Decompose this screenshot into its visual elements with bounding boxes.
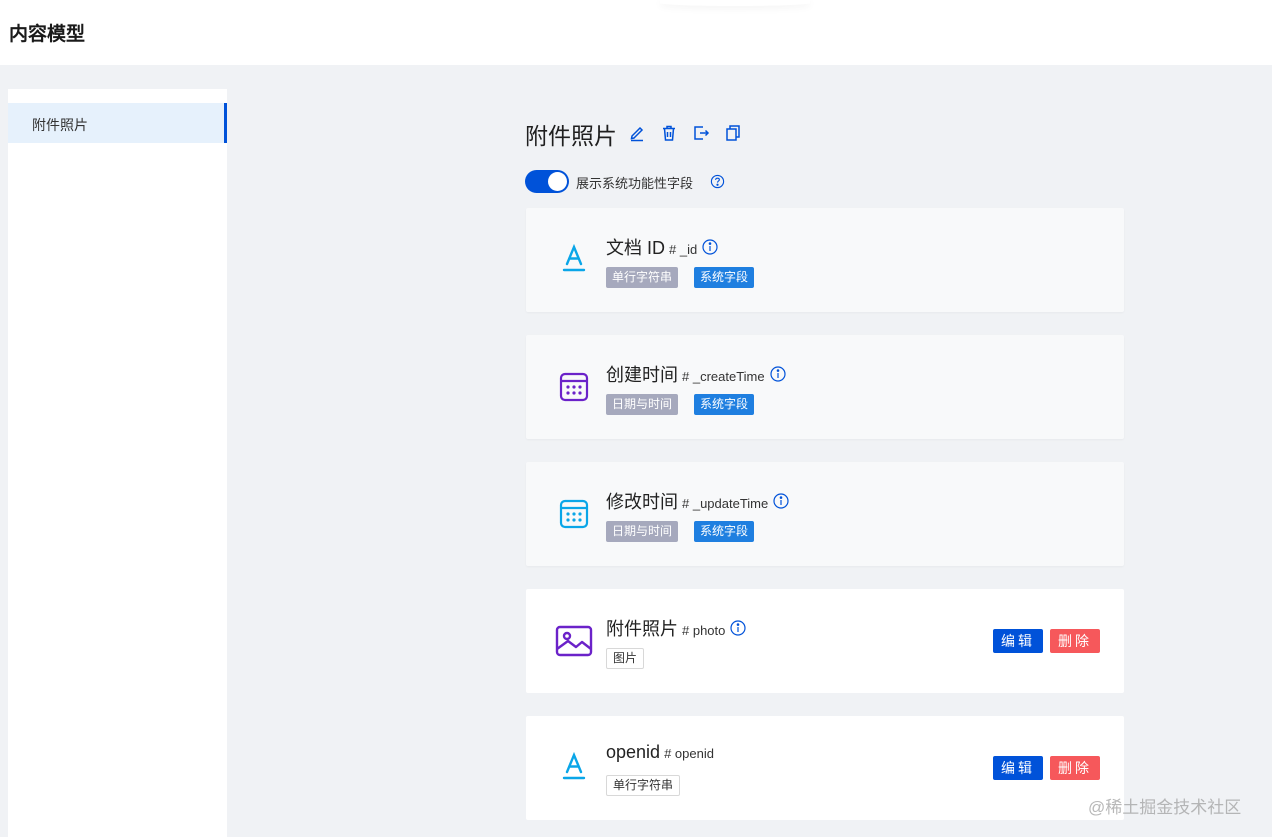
field-card-update-time: 修改时间 # _updateTime 日期与时间 系统字段 <box>526 462 1124 566</box>
field-name: 文档 ID # _id <box>606 234 718 260</box>
sidebar-item-label: 附件照片 <box>32 117 88 133</box>
field-tags: 单行字符串 系统字段 <box>606 267 755 288</box>
sidebar: 附件照片 <box>8 89 227 837</box>
tag-system-field: 系统字段 <box>694 394 755 415</box>
copy-icon[interactable] <box>724 124 742 142</box>
delete-button[interactable]: 删除 <box>1050 756 1100 780</box>
text-type-icon <box>562 243 586 272</box>
help-icon[interactable] <box>710 174 725 189</box>
edit-button[interactable]: 编辑 <box>993 756 1043 780</box>
export-icon[interactable] <box>692 124 710 142</box>
field-card-photo: 附件照片 # photo 图片 编辑 删除 <box>526 589 1124 693</box>
field-tags: 图片 <box>606 648 645 669</box>
field-actions: 编辑 删除 <box>993 629 1100 653</box>
image-icon <box>555 625 593 657</box>
text-type-icon <box>562 751 586 780</box>
field-id: # photo <box>682 623 726 638</box>
header-decoration <box>660 0 810 6</box>
app-header: 内容模型 <box>0 0 1272 65</box>
tag-field-type: 单行字符串 <box>606 267 679 288</box>
field-card-openid: openid # openid 单行字符串 编辑 删除 <box>526 716 1124 820</box>
show-system-fields-toggle[interactable] <box>525 170 569 193</box>
field-tags: 单行字符串 <box>606 775 681 796</box>
field-tags: 日期与时间 系统字段 <box>606 394 755 415</box>
tag-system-field: 系统字段 <box>694 521 755 542</box>
tag-field-type: 单行字符串 <box>606 775 681 796</box>
field-id: # _updateTime <box>682 496 769 511</box>
toggle-label: 展示系统功能性字段 <box>576 176 694 191</box>
calendar-icon <box>559 372 589 402</box>
info-icon[interactable] <box>730 620 746 636</box>
field-card-create-time: 创建时间 # _createTime 日期与时间 系统字段 <box>526 335 1124 439</box>
info-icon[interactable] <box>702 239 718 255</box>
field-actions: 编辑 删除 <box>993 756 1100 780</box>
tag-field-type: 日期与时间 <box>606 394 679 415</box>
field-id: # openid <box>664 746 714 761</box>
field-name: 创建时间 # _createTime <box>606 361 786 387</box>
field-name: 修改时间 # _updateTime <box>606 488 789 514</box>
tag-system-field: 系统字段 <box>694 267 755 288</box>
info-icon[interactable] <box>770 366 786 382</box>
tag-field-type: 图片 <box>606 648 645 669</box>
toggle-knob <box>548 172 567 191</box>
field-name: 附件照片 # photo <box>606 615 746 641</box>
edit-button[interactable]: 编辑 <box>993 629 1043 653</box>
field-id: # _createTime <box>682 369 765 384</box>
field-name: openid # openid <box>606 742 714 762</box>
field-tags: 日期与时间 系统字段 <box>606 521 755 542</box>
delete-button[interactable]: 删除 <box>1050 629 1100 653</box>
info-icon[interactable] <box>773 493 789 509</box>
watermark: @稀土掘金技术社区 <box>1088 798 1242 817</box>
field-card-id: 文档 ID # _id 单行字符串 系统字段 <box>526 208 1124 312</box>
sidebar-item-attachment-photo[interactable]: 附件照片 <box>8 103 227 143</box>
field-id: # _id <box>669 242 698 257</box>
edit-icon[interactable] <box>628 124 646 142</box>
delete-icon[interactable] <box>660 124 678 142</box>
calendar-icon <box>559 499 589 529</box>
tag-field-type: 日期与时间 <box>606 521 679 542</box>
model-title: 附件照片 <box>525 123 617 149</box>
page-title: 内容模型 <box>9 24 86 45</box>
